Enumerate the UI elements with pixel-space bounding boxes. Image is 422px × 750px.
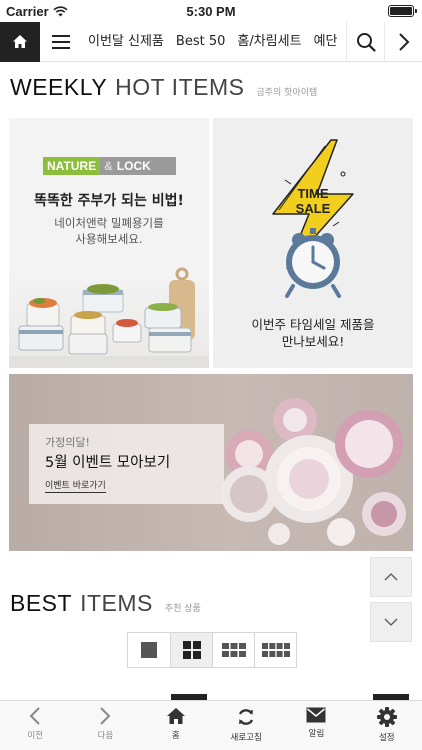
nature-lock-banner[interactable]: NATURE & LOCK 똑똑한 주부가 되는 비법! 네이처앤락 밀폐용기를…	[9, 118, 209, 368]
event-title: 5월 이벤트 모아보기	[45, 455, 171, 471]
category-nav: 이번달 신제품 Best 50 홈/차림세트 예단	[82, 22, 346, 62]
event-link[interactable]: 이벤트 바로가기	[45, 478, 106, 493]
tab-back[interactable]: 이전	[0, 701, 70, 750]
search-button[interactable]	[346, 21, 384, 62]
time-sale-caption-line1: 이번주 타임세일 제품을	[251, 317, 375, 332]
tab-forward-label: 다음	[97, 731, 114, 741]
view-mode-toggle	[127, 632, 297, 668]
banner-left-sub-line2: 사용해보세요.	[75, 232, 143, 246]
tab-back-label: 이전	[27, 731, 43, 741]
banner-left-subtext: 네이처앤락 밀폐용기를 사용해보세요.	[9, 215, 209, 247]
view-grid-4-button[interactable]	[254, 633, 296, 667]
best-title-strong: BEST	[10, 590, 73, 616]
weekly-hot-items-heading: WEEKLY HOT ITEMS 금주의 핫아이템	[10, 74, 317, 101]
mail-icon	[306, 707, 326, 723]
banner-left-sub-line1: 네이처앤락 밀폐용기를	[54, 216, 164, 230]
bottom-tab-bar: 이전 다음 홈 새로고침 알림 설정	[0, 700, 422, 750]
weekly-title-strong: WEEKLY	[10, 74, 108, 100]
nav-item-home-table-set[interactable]: 홈/차림세트	[231, 22, 307, 62]
chevron-right-icon	[398, 32, 409, 51]
time-sale-line2: SALE	[296, 201, 331, 216]
refresh-icon	[239, 709, 254, 725]
top-navigation: 이번달 신제품 Best 50 홈/차림세트 예단	[0, 21, 422, 62]
time-sale-graphic: TIME SALE	[272, 139, 354, 298]
chevron-down-icon	[384, 618, 398, 626]
nature-lock-logo: NATURE & LOCK	[43, 157, 176, 175]
gear-icon	[376, 707, 397, 727]
logo-lock: LOCK	[116, 159, 151, 173]
tab-forward[interactable]: 다음	[70, 701, 140, 750]
clock: 5:30 PM	[186, 4, 236, 19]
time-sale-caption-line2: 만나보세요!	[281, 334, 345, 349]
weekly-title-light: HOT ITEMS	[115, 74, 245, 100]
status-bar: Carrier 5:30 PM	[0, 0, 422, 22]
scroll-up-button[interactable]	[370, 557, 412, 597]
scroll-down-button[interactable]	[370, 602, 412, 642]
nav-item-best-50[interactable]: Best 50	[170, 22, 231, 62]
chevron-right-icon	[100, 707, 111, 725]
best-title-light: ITEMS	[80, 590, 153, 616]
nav-scroll-next-button[interactable]	[384, 21, 422, 62]
battery-icon	[388, 5, 417, 17]
view-single-button[interactable]	[128, 633, 170, 667]
tab-settings-label: 설정	[378, 733, 395, 743]
view-grid-2-button[interactable]	[170, 633, 212, 667]
view-grid-3-button[interactable]	[212, 633, 254, 667]
alarm-clock-icon	[285, 228, 341, 298]
menu-button[interactable]	[40, 22, 82, 62]
tab-notifications-label: 알림	[308, 729, 325, 739]
hamburger-icon	[52, 34, 70, 37]
grid-2-icon	[182, 641, 201, 659]
single-view-icon	[141, 642, 157, 658]
logo-nature: NATURE	[43, 157, 101, 175]
grid-3-icon	[221, 643, 246, 657]
chevron-up-icon	[384, 573, 398, 581]
event-info-card: 가정의달! 5월 이벤트 모아보기 이벤트 바로가기	[29, 424, 224, 504]
time-sale-banner[interactable]: TIME SALE 이번주 타임세일 제품을 만나보세요!	[213, 118, 413, 368]
grid-4-icon	[261, 643, 290, 657]
may-event-banner[interactable]: 가정의달! 5월 이벤트 모아보기 이벤트 바로가기	[9, 374, 413, 551]
food-containers-image	[9, 267, 209, 368]
tab-home[interactable]: 홈	[141, 701, 211, 750]
time-sale-caption: 이번주 타임세일 제품을 만나보세요!	[213, 316, 413, 350]
best-subtitle: 추천 상품	[164, 604, 201, 614]
tab-settings[interactable]: 설정	[352, 701, 422, 750]
home-icon	[166, 708, 185, 724]
home-button[interactable]	[0, 21, 40, 62]
nav-item-wedding-gifts[interactable]: 예단	[308, 22, 344, 62]
best-items-heading: BEST ITEMS 추천 상품	[10, 590, 201, 617]
tab-notifications[interactable]: 알림	[281, 701, 351, 750]
home-icon	[13, 35, 27, 48]
tab-refresh[interactable]: 새로고침	[211, 701, 281, 750]
tab-refresh-label: 새로고침	[230, 733, 262, 743]
tab-home-label: 홈	[171, 731, 180, 741]
chevron-left-icon	[29, 707, 40, 725]
logo-lock-block: & LOCK	[100, 157, 176, 175]
time-sale-line1: TIME	[297, 186, 328, 201]
nav-item-new-this-month[interactable]: 이번달 신제품	[82, 22, 170, 62]
weekly-subtitle: 금주의 핫아이템	[256, 88, 318, 98]
event-pretitle: 가정의달!	[45, 436, 90, 449]
search-icon	[356, 32, 376, 52]
banner-left-heading: 똑똑한 주부가 되는 비법!	[34, 193, 184, 209]
logo-ampersand: &	[104, 159, 113, 173]
